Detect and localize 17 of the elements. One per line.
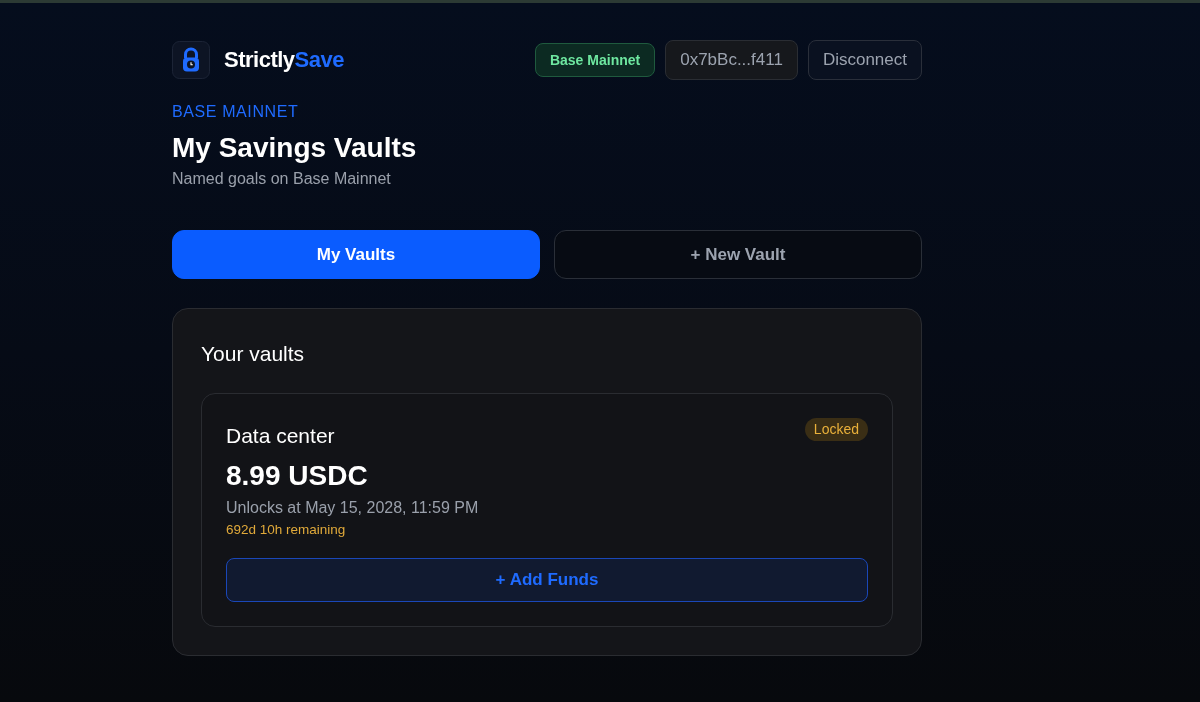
padlock-logo-icon [172,41,210,79]
app-logo-text: StrictlySave [224,47,344,73]
unlock-date: Unlocks at May 15, 2028, 11:59 PM [226,498,480,518]
panel-title: Your vaults [201,341,306,367]
time-remaining: 692d 10h remaining [226,521,347,538]
network-badge: Base Mainnet [534,43,656,77]
vault-amount: 8.99 USDC [226,459,369,493]
network-eyebrow: BASE MAINNET [172,102,300,122]
vault-name: Data center [226,423,335,449]
page-subtitle: Named goals on Base Mainnet [172,169,392,189]
wallet-address: 0x7bBc...f411 [665,40,798,80]
tab[interactable]: + New Vault [554,230,922,279]
disconnect-button[interactable]: Disconnect [807,40,922,80]
tab[interactable]: My Vaults [172,230,540,279]
add-funds-button[interactable]: + Add Funds [226,558,868,602]
page-title: My Savings Vaults [172,131,418,165]
status-badge: Locked [804,418,868,441]
